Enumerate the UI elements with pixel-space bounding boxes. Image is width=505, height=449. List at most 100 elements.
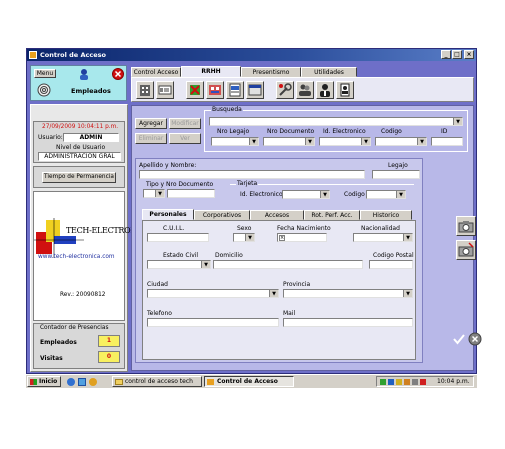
- minimize-button[interactable]: _: [441, 50, 451, 59]
- tab-personales[interactable]: Personales: [142, 209, 194, 220]
- folder-icon: [115, 379, 123, 385]
- empleados-label: Empleados: [40, 339, 77, 346]
- website-link[interactable]: www.tech-electronica.com: [38, 254, 115, 260]
- taskbar-item-control-acceso[interactable]: Control de Acceso: [204, 376, 294, 387]
- toolbar: [131, 77, 474, 102]
- tray-alert-icon[interactable]: [420, 379, 426, 385]
- confirm-icon[interactable]: [452, 332, 466, 346]
- tab-rrhh[interactable]: RRHH: [181, 66, 241, 77]
- ver-button[interactable]: Ver: [169, 133, 201, 144]
- taskbar: Inicio control de acceso tech Control de…: [26, 374, 477, 388]
- estado-civil-select[interactable]: ▼: [147, 260, 211, 269]
- id-card-icon[interactable]: [156, 81, 174, 99]
- fecha-nacimiento-input[interactable]: ×: [277, 233, 327, 242]
- codigo-postal-input[interactable]: [369, 260, 413, 269]
- camera-icon[interactable]: [456, 216, 476, 236]
- id-electronico-select[interactable]: ▼: [319, 137, 371, 146]
- system-tray: 10:04 p.m.: [376, 376, 474, 387]
- datetime-display: 27/09/2009 10:04:11 p.m.: [42, 124, 119, 130]
- codigo-select[interactable]: ▼: [375, 137, 427, 146]
- quicklaunch-ie-icon[interactable]: [67, 378, 75, 386]
- tab-presentismo[interactable]: Presentismo: [241, 67, 301, 77]
- tab-rot-perf-acc[interactable]: Rot. Perf. Acc.: [304, 210, 360, 220]
- domicilio-input[interactable]: [213, 260, 363, 269]
- busqueda-select[interactable]: ▼: [209, 117, 463, 126]
- sexo-select[interactable]: ▼: [233, 233, 255, 242]
- tray-network-icon[interactable]: [380, 379, 386, 385]
- tarjeta-id-electronico-label: Id. Electronico:: [240, 191, 285, 198]
- tarjeta-id-electronico-select[interactable]: ▼: [282, 190, 330, 199]
- apellido-nombre-input[interactable]: [139, 170, 365, 179]
- visitas-label: Visitas: [40, 355, 63, 362]
- exit-icon[interactable]: [112, 68, 124, 80]
- edit-photo-icon[interactable]: [456, 240, 476, 260]
- tiempo-permanencia-button[interactable]: Tiempo de Permanencia: [42, 172, 116, 183]
- fecha-nacimiento-label: Fecha Nacimiento: [277, 225, 331, 232]
- mail-input[interactable]: [283, 318, 413, 327]
- codigo-postal-label: Codigo Postal: [373, 252, 414, 259]
- clock[interactable]: 10:04 p.m.: [437, 378, 470, 385]
- domicilio-label: Domicilio: [215, 252, 243, 259]
- nro-legajo-label: Nro Legajo: [217, 128, 250, 135]
- busqueda-group: Busqueda ▼ Nro Legajo Nro Documento Id. …: [204, 106, 468, 152]
- delete-list-icon[interactable]: [186, 81, 204, 99]
- ciudad-select[interactable]: ▼: [147, 289, 279, 298]
- id-electronico-label: Id. Electronico: [323, 128, 366, 135]
- nacionalidad-select[interactable]: ▼: [353, 233, 413, 242]
- tab-historico[interactable]: Historico: [360, 210, 412, 220]
- nro-documento-input[interactable]: [167, 189, 215, 198]
- badge-icon[interactable]: [336, 81, 354, 99]
- visitas-count: 0: [98, 351, 120, 363]
- building-icon[interactable]: [136, 81, 154, 99]
- tools-icon[interactable]: [276, 81, 294, 99]
- left-panel: 27/09/2009 10:04:11 p.m. Usuario: ADMIN …: [30, 104, 152, 372]
- chevron-down-icon: ▼: [320, 191, 329, 198]
- person-icon: [78, 68, 90, 80]
- cuil-label: C.U.I.L.: [163, 225, 185, 232]
- tarjeta-codigo-select[interactable]: ▼: [366, 190, 406, 199]
- taskbar-item-explorer[interactable]: control de acceso tech: [112, 376, 202, 387]
- tray-shield-icon[interactable]: [396, 379, 402, 385]
- provincia-label: Provincia: [283, 281, 311, 288]
- start-label: Inicio: [39, 378, 58, 385]
- provincia-select[interactable]: ▼: [283, 289, 413, 298]
- quicklaunch-media-icon[interactable]: [89, 378, 97, 386]
- chevron-down-icon: ▼: [155, 190, 164, 197]
- app-icon: [29, 51, 37, 59]
- quicklaunch-desktop-icon[interactable]: [78, 378, 86, 386]
- tarjeta-title: Tarjeta: [236, 180, 259, 187]
- legajo-input[interactable]: [372, 170, 420, 179]
- busqueda-title: Busqueda: [211, 106, 243, 113]
- eliminar-button[interactable]: Eliminar: [135, 133, 167, 144]
- tipo-documento-select[interactable]: ▼: [143, 189, 165, 198]
- logo-area: TECH-ELECTRONICA www.tech-electronica.co…: [33, 191, 152, 321]
- apellido-nombre-label: Apellido y Nombre:: [139, 162, 197, 169]
- cuil-input[interactable]: [147, 233, 209, 242]
- tab-accesos[interactable]: Accesos: [250, 210, 304, 220]
- report-icon[interactable]: [226, 81, 244, 99]
- tray-power-icon[interactable]: [404, 379, 410, 385]
- tab-control-acceso[interactable]: Control Acceso: [131, 67, 181, 77]
- id-input[interactable]: [431, 137, 463, 146]
- menu-button[interactable]: Menu: [34, 69, 56, 78]
- nro-legajo-select[interactable]: ▼: [211, 137, 259, 146]
- tray-volume-icon[interactable]: [412, 379, 418, 385]
- tray-monitor-icon[interactable]: [388, 379, 394, 385]
- telefono-input[interactable]: [147, 318, 279, 327]
- start-button[interactable]: Inicio: [27, 376, 61, 387]
- close-button[interactable]: ×: [464, 50, 474, 59]
- tab-utilidades[interactable]: Utilidades: [301, 67, 357, 77]
- window-icon[interactable]: [246, 81, 264, 99]
- nro-documento-select[interactable]: ▼: [263, 137, 315, 146]
- grid-icon[interactable]: [206, 81, 224, 99]
- usuario-value: ADMIN: [63, 133, 119, 142]
- users-icon[interactable]: [296, 81, 314, 99]
- maximize-button[interactable]: □: [452, 50, 462, 59]
- nivel-value: ADMINISTRACION GRAL: [38, 152, 121, 161]
- agregar-button[interactable]: Agregar: [135, 118, 167, 129]
- checkbox-icon[interactable]: ×: [279, 235, 285, 241]
- modificar-button[interactable]: Modificar: [169, 118, 201, 129]
- tab-corporativos[interactable]: Corporativos: [194, 210, 250, 220]
- employee-icon[interactable]: [316, 81, 334, 99]
- cancel-icon[interactable]: [468, 332, 482, 346]
